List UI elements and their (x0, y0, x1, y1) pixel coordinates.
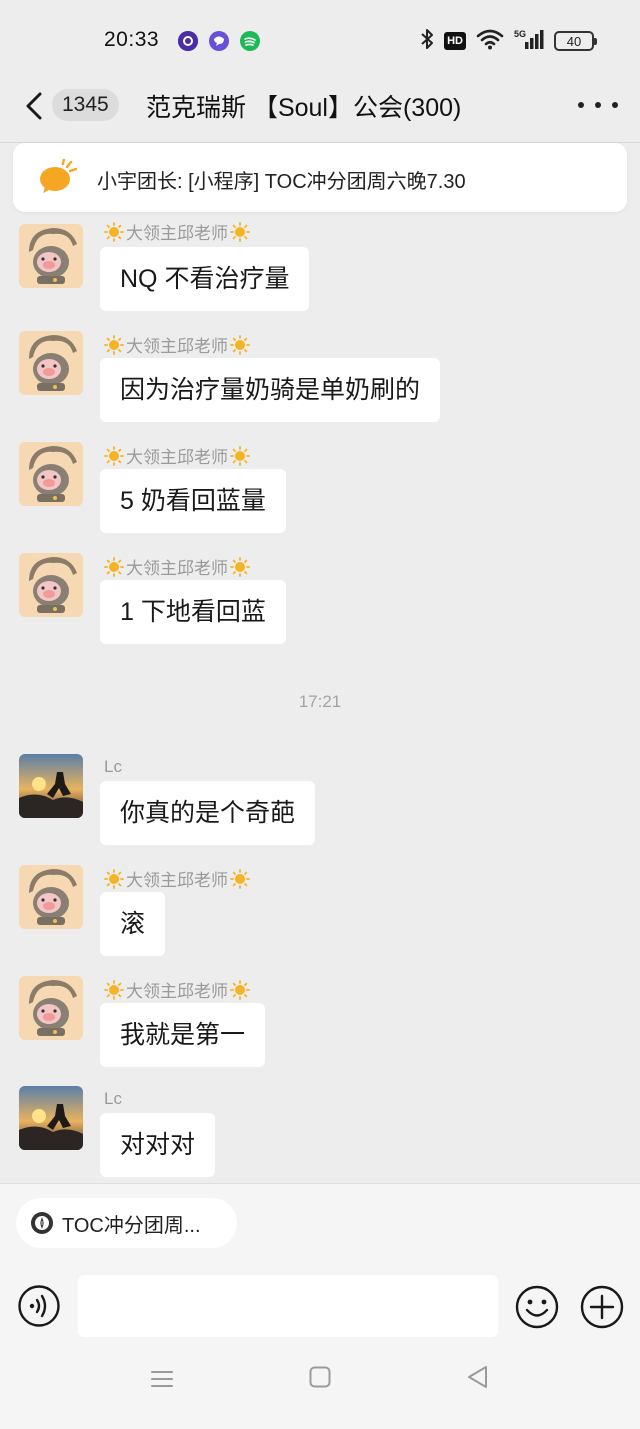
avatar[interactable] (19, 331, 83, 395)
sun-icon (230, 556, 250, 577)
svg-text:5G: 5G (514, 29, 526, 39)
sender-name: 大领主邱老师 (104, 332, 250, 357)
sender-name: 大领主邱老师 (104, 554, 250, 579)
dot-icon (578, 102, 584, 108)
chat-title: 范克瑞斯 【Soul】公会(300) (146, 94, 462, 122)
avatar[interactable] (19, 553, 83, 617)
system-back-icon[interactable] (466, 1365, 490, 1389)
wifi-icon (476, 28, 504, 55)
system-navigation-bar (0, 1349, 640, 1429)
message-bubble[interactable]: 1 下地看回蓝 (100, 580, 286, 644)
megaphone-icon (37, 157, 78, 195)
sun-icon (104, 445, 124, 466)
sun-icon (104, 979, 124, 1000)
dot-icon (595, 102, 601, 108)
sun-icon (104, 868, 124, 889)
message-bubble[interactable]: 滚 (100, 892, 166, 956)
sun-icon (230, 979, 250, 1000)
pinned-announcement-text: 小宇团长: [小程序] TOC冲分团周六晚7.30 (97, 171, 466, 193)
mini-program-chip-label: TOC冲分团周... (62, 1214, 201, 1237)
message-bubble[interactable]: 因为治疗量奶骑是单奶刷的 (100, 358, 441, 422)
avatar[interactable] (19, 1086, 83, 1150)
sun-icon (230, 445, 250, 466)
green-music-icon (240, 31, 260, 51)
more-options-button[interactable] (578, 90, 618, 120)
message-bubble[interactable]: 对对对 (100, 1113, 216, 1177)
more-actions-plus-button[interactable] (580, 1285, 624, 1329)
avatar[interactable] (19, 976, 83, 1040)
chat-header: 1345 范克瑞斯 【Soul】公会(300) (0, 78, 640, 142)
dot-icon (612, 102, 618, 108)
5g-signal-icon: 5G (514, 28, 544, 55)
purple-chat-icon (209, 31, 229, 51)
sender-name: 大领主邱老师 (104, 219, 250, 244)
clock: 20:33 (104, 28, 160, 51)
input-panel: TOC冲分团周... (0, 1183, 640, 1429)
avatar[interactable] (19, 224, 83, 288)
message-timestamp: 17:21 (298, 692, 342, 711)
message-input[interactable] (78, 1275, 498, 1337)
sun-icon (230, 868, 250, 889)
mini-program-icon (30, 1211, 54, 1235)
home-icon[interactable] (309, 1366, 331, 1388)
emoji-button[interactable] (515, 1285, 559, 1329)
sun-icon (230, 221, 250, 242)
avatar[interactable] (19, 754, 83, 818)
avatar[interactable] (19, 442, 83, 506)
sender-name: 大领主邱老师 (104, 977, 250, 1002)
sender-name: 大领主邱老师 (104, 866, 250, 891)
back-button[interactable] (18, 86, 52, 126)
sender-name: Lc (104, 757, 122, 776)
status-icons: HD 5G 40 (420, 28, 597, 55)
sun-icon (104, 334, 124, 355)
status-bar: 20:33 HD 5G 40 (0, 0, 640, 78)
pinned-announcement[interactable]: 小宇团长: [小程序] TOC冲分团周六晚7.30 (13, 143, 627, 212)
sender-name: 大领主邱老师 (104, 443, 250, 468)
sun-icon (104, 221, 124, 242)
recent-apps-icon[interactable] (150, 1367, 174, 1391)
message-bubble[interactable]: 你真的是个奇葩 (100, 781, 316, 845)
battery-icon: 40 (554, 31, 597, 51)
voice-input-button[interactable] (18, 1285, 60, 1327)
purple-app-icon (178, 31, 198, 51)
sun-icon (230, 334, 250, 355)
message-bubble[interactable]: 5 奶看回蓝量 (100, 469, 286, 533)
mini-program-chip[interactable]: TOC冲分团周... (16, 1198, 237, 1248)
unread-count-badge[interactable]: 1345 (52, 89, 119, 121)
message-bubble[interactable]: NQ 不看治疗量 (100, 247, 310, 311)
sun-icon (104, 556, 124, 577)
sender-name: Lc (104, 1089, 122, 1108)
bluetooth-icon (420, 28, 434, 55)
message-bubble[interactable]: 我就是第一 (100, 1003, 266, 1067)
avatar[interactable] (19, 865, 83, 929)
hd-icon: HD (444, 32, 466, 50)
